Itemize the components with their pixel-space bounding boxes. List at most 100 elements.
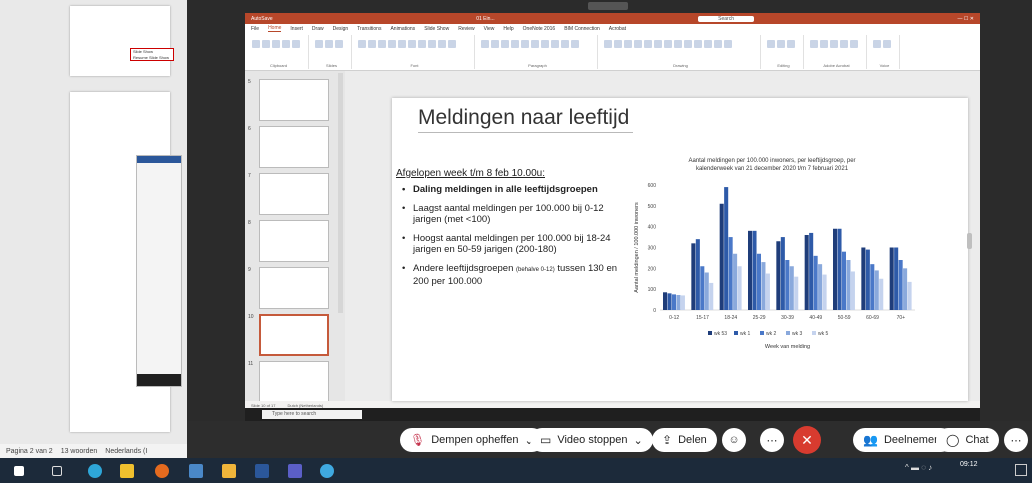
ribbon-button-icon[interactable]	[398, 40, 406, 48]
ribbon-button-icon[interactable]	[418, 40, 426, 48]
ribbon-button-icon[interactable]	[883, 40, 891, 48]
ribbon-button-icon[interactable]	[614, 40, 622, 48]
ribbon-button-icon[interactable]	[325, 40, 333, 48]
ribbon-button-icon[interactable]	[840, 40, 848, 48]
ribbon-button-icon[interactable]	[252, 40, 260, 48]
ribbon-button-icon[interactable]	[561, 40, 569, 48]
ribbon-button-icon[interactable]	[694, 40, 702, 48]
ribbon-button-icon[interactable]	[511, 40, 519, 48]
ribbon-button-icon[interactable]	[850, 40, 858, 48]
ribbon-button-icon[interactable]	[820, 40, 828, 48]
window-controls[interactable]: — ☐ ✕	[958, 16, 974, 22]
tab-design[interactable]: Design	[333, 26, 349, 32]
slide-thumbnail[interactable]	[259, 220, 329, 262]
autosave-label[interactable]: AutoSave	[251, 16, 273, 22]
ppt-search-box[interactable]: Search	[698, 15, 754, 22]
ribbon-button-icon[interactable]	[335, 40, 343, 48]
slide-thumbnail[interactable]	[259, 126, 329, 168]
firefox-icon[interactable]	[155, 464, 169, 478]
ribbon-button-icon[interactable]	[438, 40, 446, 48]
ribbon-button-icon[interactable]	[810, 40, 818, 48]
ribbon-button-icon[interactable]	[873, 40, 881, 48]
share-button[interactable]: ⇪ Delen	[652, 428, 717, 452]
ribbon-button-icon[interactable]	[428, 40, 436, 48]
tab-insert[interactable]: Insert	[290, 26, 303, 32]
ribbon-button-icon[interactable]	[664, 40, 672, 48]
tab-view[interactable]: View	[484, 26, 495, 32]
sharing-indicator[interactable]	[588, 2, 628, 10]
tab-review[interactable]: Review	[458, 26, 474, 32]
ribbon-button-icon[interactable]	[714, 40, 722, 48]
tab-animations[interactable]: Animations	[390, 26, 415, 32]
ribbon-button-icon[interactable]	[358, 40, 366, 48]
ribbon-button-icon[interactable]	[830, 40, 838, 48]
tab-onenote-2016[interactable]: OneNote 2016	[523, 26, 556, 32]
notification-icon[interactable]	[1015, 464, 1027, 476]
chat-button[interactable]: ◯ Chat	[936, 428, 999, 452]
ribbon-button-icon[interactable]	[388, 40, 396, 48]
ribbon-button-icon[interactable]	[684, 40, 692, 48]
word-language[interactable]: Nederlands (I	[105, 448, 147, 455]
reactions-button[interactable]: ☺	[722, 428, 746, 452]
ribbon-button-icon[interactable]	[624, 40, 632, 48]
tab-help[interactable]: Help	[503, 26, 513, 32]
ribbon-button-icon[interactable]	[491, 40, 499, 48]
tab-home[interactable]: Home	[268, 25, 282, 32]
ribbon-button-icon[interactable]	[378, 40, 386, 48]
mail-icon[interactable]	[189, 464, 203, 478]
slide-thumbnail[interactable]	[259, 173, 329, 215]
ribbon-button-icon[interactable]	[704, 40, 712, 48]
slide-thumbnail[interactable]	[259, 79, 329, 121]
slide-thumbnail[interactable]	[259, 267, 329, 309]
ribbon-button-icon[interactable]	[777, 40, 785, 48]
ribbon-button-icon[interactable]	[262, 40, 270, 48]
store-icon[interactable]	[120, 464, 134, 478]
end-call-button[interactable]: ✕	[793, 426, 821, 454]
system-tray[interactable]: ^ ▬ ◌ ♪	[905, 463, 932, 472]
tab-bim-connection[interactable]: BIM Connection	[564, 26, 600, 32]
unmute-button[interactable]: 🎙 Dempen opheffen ⌄	[400, 428, 544, 452]
ribbon-button-icon[interactable]	[644, 40, 652, 48]
ribbon-button-icon[interactable]	[531, 40, 539, 48]
tab-acrobat[interactable]: Acrobat	[609, 26, 626, 32]
ribbon-button-icon[interactable]	[368, 40, 376, 48]
word-icon[interactable]	[255, 464, 269, 478]
edge-browser-icon[interactable]	[88, 464, 102, 478]
more-options-button[interactable]: ⋯	[760, 428, 784, 452]
slide-thumbnail[interactable]	[259, 314, 329, 356]
windows-start-icon[interactable]	[14, 466, 24, 476]
ribbon-button-icon[interactable]	[654, 40, 662, 48]
ribbon-button-icon[interactable]	[481, 40, 489, 48]
ribbon-button-icon[interactable]	[408, 40, 416, 48]
ribbon-button-icon[interactable]	[767, 40, 775, 48]
tooltip-line[interactable]: Resume Slide Show	[133, 55, 171, 61]
tab-transitions[interactable]: Transitions	[357, 26, 381, 32]
teams-icon[interactable]	[288, 464, 302, 478]
ribbon-button-icon[interactable]	[501, 40, 509, 48]
scroll-handle[interactable]	[967, 233, 972, 249]
ribbon-button-icon[interactable]	[787, 40, 795, 48]
ribbon-button-icon[interactable]	[315, 40, 323, 48]
ribbon-button-icon[interactable]	[724, 40, 732, 48]
tab-draw[interactable]: Draw	[312, 26, 324, 32]
ribbon-button-icon[interactable]	[634, 40, 642, 48]
tab-file[interactable]: File	[251, 26, 259, 32]
ribbon-button-icon[interactable]	[282, 40, 290, 48]
ribbon-button-icon[interactable]	[674, 40, 682, 48]
ribbon-button-icon[interactable]	[448, 40, 456, 48]
ribbon-button-icon[interactable]	[292, 40, 300, 48]
ribbon-button-icon[interactable]	[551, 40, 559, 48]
ribbon-button-icon[interactable]	[541, 40, 549, 48]
ribbon-button-icon[interactable]	[521, 40, 529, 48]
tab-slide-show[interactable]: Slide Show	[424, 26, 449, 32]
slide-thumbnail[interactable]	[259, 361, 329, 401]
ribbon-button-icon[interactable]	[571, 40, 579, 48]
more-button[interactable]: ⋯	[1004, 428, 1028, 452]
thumbnails-scrollbar[interactable]	[338, 73, 343, 313]
ribbon-button-icon[interactable]	[272, 40, 280, 48]
ribbon-button-icon[interactable]	[604, 40, 612, 48]
chrome-icon[interactable]	[320, 464, 334, 478]
task-view-icon[interactable]	[52, 466, 62, 476]
ppt-language[interactable]: Dutch (Netherlands)	[287, 403, 323, 408]
clock[interactable]: 09:12	[960, 460, 978, 470]
